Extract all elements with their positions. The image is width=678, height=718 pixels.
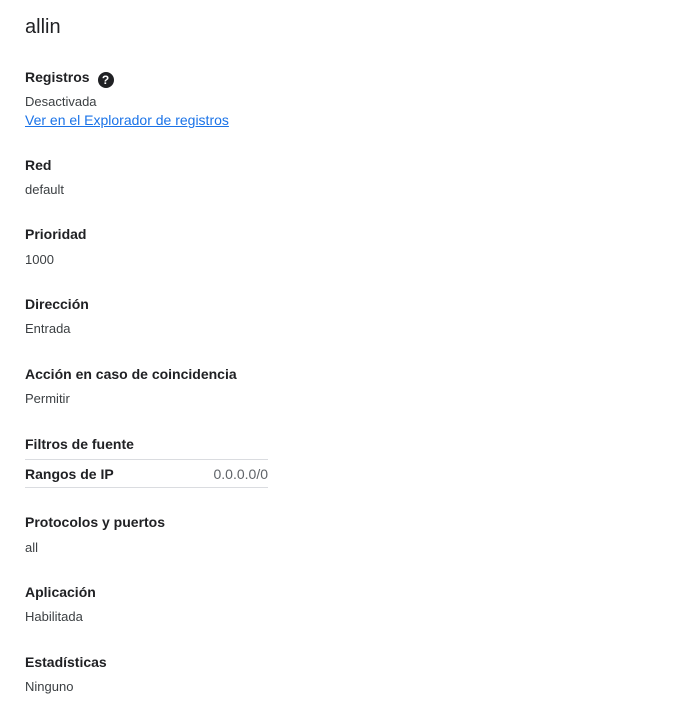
priority-label: Prioridad (25, 226, 87, 242)
logs-label-row: Registros? (25, 67, 114, 88)
action-label: Acción en caso de coincidencia (25, 366, 237, 382)
logs-label: Registros (25, 69, 90, 85)
help-icon[interactable]: ? (97, 72, 114, 88)
source-filters-label: Filtros de fuente (25, 436, 134, 452)
logs-explorer-link[interactable]: Ver en el Explorador de registros (25, 111, 229, 129)
enforcement-label: Aplicación (25, 584, 96, 600)
ip-ranges-value: 0.0.0.0/0 (213, 466, 269, 482)
source-filters-table: Rangos de IP 0.0.0.0/0 (25, 459, 268, 488)
direction-value: Entrada (25, 321, 71, 336)
network-label: Red (25, 157, 52, 173)
direction-label: Dirección (25, 296, 89, 312)
enforcement-value: Habilitada (25, 609, 83, 624)
statistics-value: Ninguno (25, 679, 74, 694)
network-value: default (25, 182, 65, 197)
ip-ranges-key: Rangos de IP (25, 466, 114, 482)
page-title: allin (25, 16, 61, 38)
protocols-value: all (25, 540, 39, 555)
action-value: Permitir (25, 391, 70, 406)
protocols-label: Protocolos y puertos (25, 514, 166, 530)
logs-value: Desactivada (25, 94, 97, 109)
priority-value: 1000 (25, 252, 54, 267)
statistics-label: Estadísticas (25, 654, 107, 670)
